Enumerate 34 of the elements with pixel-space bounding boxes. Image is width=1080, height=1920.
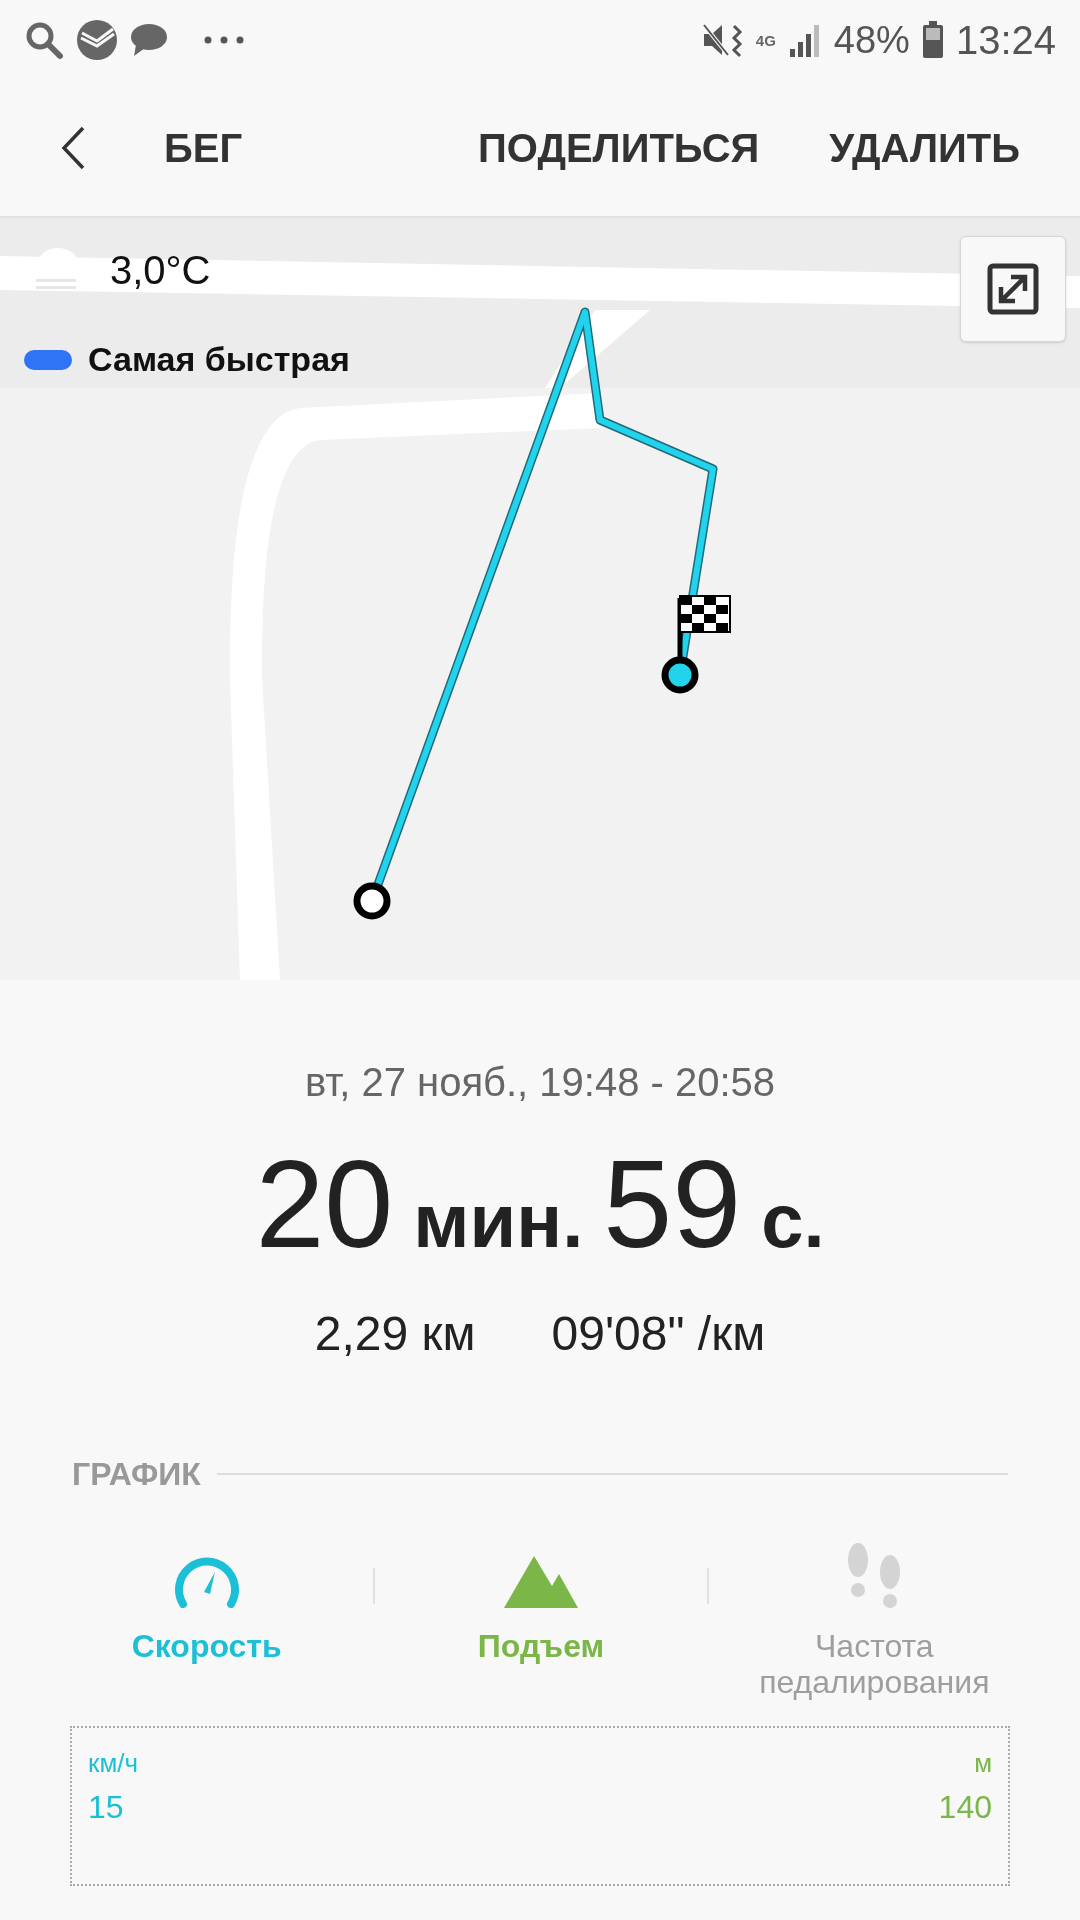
battery-icon xyxy=(921,21,944,59)
date-range: вт, 27 нояб., 19:48 - 20:58 xyxy=(304,1059,776,1106)
metric-tab[interactable]: Скорость xyxy=(40,1538,374,1664)
expand-map-button[interactable] xyxy=(960,236,1066,342)
signal-icon xyxy=(787,23,822,57)
pace-value: 09'08" /км xyxy=(551,1306,766,1362)
left-axis-tick: 15 xyxy=(88,1788,125,1827)
chat-bubble-icon xyxy=(130,23,168,57)
distance-value: 2,29 км xyxy=(314,1306,476,1362)
expand-icon xyxy=(987,263,1039,315)
more-icon xyxy=(204,35,244,45)
section-title: ГРАФИК xyxy=(72,1455,201,1494)
delete-button[interactable]: УДАЛИТЬ xyxy=(829,118,1020,178)
metric-tab[interactable]: Частота педалирования xyxy=(708,1538,1040,1700)
network-type-label: 4G xyxy=(755,32,776,48)
screen-title: БЕГ xyxy=(164,125,243,172)
search-icon xyxy=(24,20,64,60)
left-axis-unit: км/ч xyxy=(88,1747,139,1780)
metric-tab[interactable]: Подъем xyxy=(375,1538,707,1664)
vibrate-mute-icon xyxy=(701,22,744,58)
mountain-icon xyxy=(504,1554,578,1608)
right-axis-unit: м xyxy=(974,1747,992,1780)
bank-app-icon xyxy=(76,19,118,61)
route-legend-label: Самая быстрая xyxy=(88,339,350,380)
back-icon xyxy=(60,125,86,171)
right-axis-tick: 140 xyxy=(938,1788,992,1827)
clock: 13:24 xyxy=(955,17,1056,64)
share-button[interactable]: ПОДЕЛИТЬСЯ xyxy=(478,118,760,178)
duration-value: 20 xyxy=(255,1142,394,1266)
duration-unit: с. xyxy=(761,1183,825,1259)
duration-unit: мин. xyxy=(413,1183,584,1259)
battery-percent: 48% xyxy=(833,17,910,63)
duration-value: 59 xyxy=(603,1142,742,1266)
temperature-label: 3,0°C xyxy=(110,247,211,294)
